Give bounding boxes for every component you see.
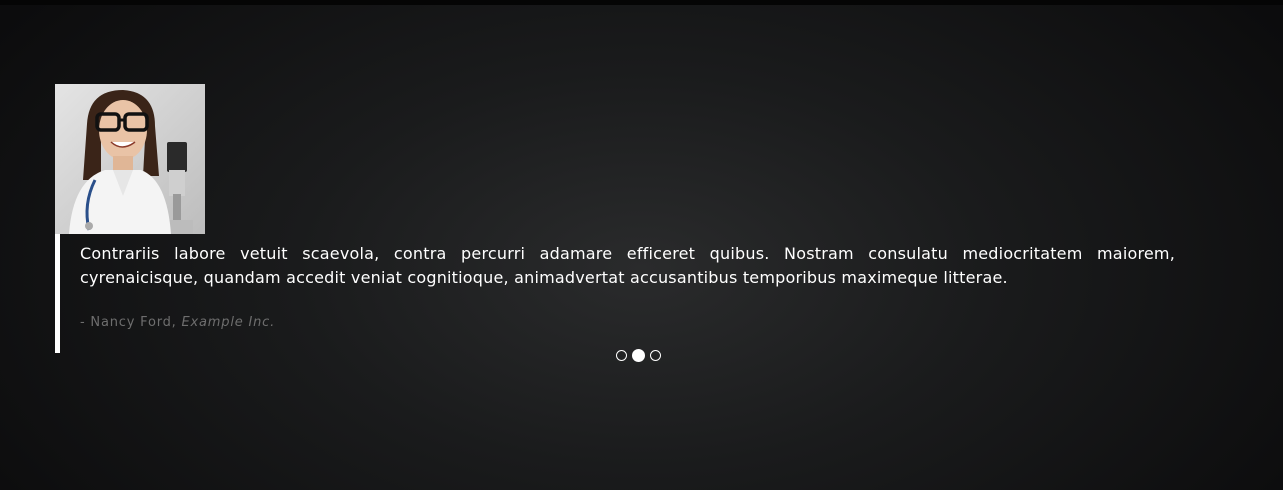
- person-photo-icon: [55, 84, 205, 234]
- testimonial-slide: Contrariis labore vetuit scaevola, contr…: [55, 84, 1185, 353]
- pager-dot-2[interactable]: [632, 348, 645, 362]
- avatar: [55, 84, 205, 234]
- pager-dot-3[interactable]: [650, 349, 661, 361]
- top-bar: [0, 0, 1283, 5]
- author-name: - Nancy Ford,: [80, 315, 182, 330]
- quote-text: Contrariis labore vetuit scaevola, contr…: [80, 244, 1175, 287]
- quote-author: - Nancy Ford, Example Inc.: [80, 315, 275, 330]
- slider-pager: [616, 348, 661, 362]
- quote-block: Contrariis labore vetuit scaevola, contr…: [55, 234, 1180, 353]
- author-company: Example Inc.: [181, 315, 276, 330]
- pager-dot-1[interactable]: [616, 349, 627, 361]
